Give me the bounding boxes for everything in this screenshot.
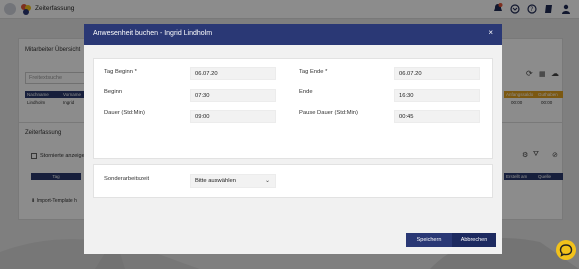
dauer-field[interactable]: 09:00: [190, 110, 276, 123]
pause-label: Pause Dauer (Std:Min): [299, 110, 358, 116]
beginn-field[interactable]: 07:30: [190, 89, 276, 102]
beginn-label: Beginn: [104, 89, 123, 95]
special-time-card: Sonderarbeitszeit Bitte auswählen ⌄: [93, 164, 493, 198]
dauer-label: Dauer (Std:Min): [104, 110, 145, 116]
save-button[interactable]: Speichern: [406, 233, 452, 247]
cancel-button[interactable]: Abbrechen: [452, 233, 496, 247]
tag-ende-label: Tag Ende *: [299, 69, 328, 75]
tag-ende-field[interactable]: 06.07.20: [394, 67, 480, 80]
sonder-select-value: Bitte auswählen: [195, 178, 236, 184]
dialog-header: Anwesenheit buchen - Ingrid Lindholm ×: [84, 24, 502, 45]
booking-dialog: Anwesenheit buchen - Ingrid Lindholm × T…: [84, 24, 502, 254]
dialog-title: Anwesenheit buchen - Ingrid Lindholm: [93, 30, 213, 37]
chevron-down-icon: ⌄: [264, 178, 270, 184]
ende-label: Ende: [299, 89, 313, 95]
chat-button[interactable]: [556, 240, 576, 260]
tag-beginn-field[interactable]: 06.07.20: [190, 67, 276, 80]
chat-icon: [559, 244, 573, 257]
time-fields-card: Tag Beginn * 06.07.20 Tag Ende * 06.07.2…: [93, 58, 493, 159]
pause-field[interactable]: 00:45: [394, 110, 480, 123]
close-icon[interactable]: ×: [488, 28, 493, 37]
sonder-label: Sonderarbeitszeit: [104, 176, 150, 182]
ende-field[interactable]: 16:30: [394, 89, 480, 102]
tag-beginn-label: Tag Beginn *: [104, 69, 137, 75]
sonder-select[interactable]: Bitte auswählen ⌄: [190, 174, 276, 188]
